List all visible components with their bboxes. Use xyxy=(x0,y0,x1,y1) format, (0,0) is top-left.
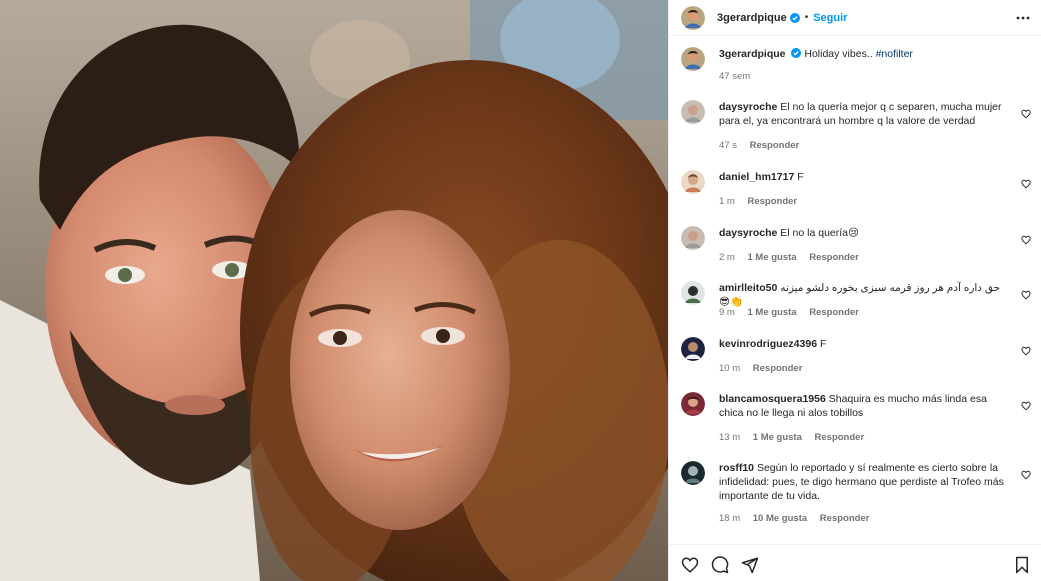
share-icon[interactable] xyxy=(741,556,759,574)
reply-button[interactable]: Responder xyxy=(820,513,870,524)
reply-button[interactable]: Responder xyxy=(753,363,803,374)
instagram-post-view: 3gerardpique • Seguir 3gerardpique Holid… xyxy=(0,0,1041,581)
comment-username[interactable]: amirlleito50 xyxy=(719,282,777,294)
comment-meta: 18 m 10 Me gusta Responder xyxy=(719,513,879,524)
caption-hashtag[interactable]: #nofilter xyxy=(876,48,913,60)
post-header: 3gerardpique • Seguir xyxy=(669,0,1041,36)
bookmark-icon[interactable] xyxy=(1013,556,1031,574)
comment-meta: 13 m 1 Me gusta Responder xyxy=(719,432,874,443)
caption-text: Holiday vibes.. xyxy=(804,48,873,60)
comment-time: 18 m xyxy=(719,513,741,524)
heart-icon[interactable] xyxy=(1021,290,1031,300)
more-icon[interactable] xyxy=(1016,11,1030,25)
comments-list[interactable]: 3gerardpique Holiday vibes.. #nofilter 4… xyxy=(669,36,1041,544)
comment-time: 13 m xyxy=(719,432,741,443)
author-avatar[interactable] xyxy=(681,5,705,30)
likes-count[interactable]: 1 Me gusta xyxy=(747,252,796,263)
heart-icon[interactable] xyxy=(1021,179,1031,189)
author-avatar[interactable] xyxy=(681,47,705,71)
comment-icon[interactable] xyxy=(711,556,729,574)
avatar[interactable] xyxy=(681,170,705,194)
avatar[interactable] xyxy=(681,226,705,250)
comment-time: 10 m xyxy=(719,363,741,374)
comment-text: Según lo reportado y sí realmente es cie… xyxy=(719,462,1004,502)
author-username[interactable]: 3gerardpique xyxy=(717,12,787,24)
comment-time: 9 m xyxy=(719,307,735,318)
comment-time: 1 m xyxy=(719,196,735,207)
caption-meta: 47 sem xyxy=(719,71,760,82)
likes-count[interactable]: 1 Me gusta xyxy=(747,307,796,318)
comment-text: F xyxy=(819,338,827,350)
follow-button[interactable]: Seguir xyxy=(813,12,847,24)
comment-meta: 47 s Responder xyxy=(719,140,809,151)
comment-username[interactable]: daysyroche xyxy=(719,101,777,113)
separator-dot: • xyxy=(804,12,809,23)
heart-icon[interactable] xyxy=(1021,235,1031,245)
verified-badge-icon xyxy=(791,48,802,58)
caption-username[interactable]: 3gerardpique xyxy=(719,48,786,60)
likes-count[interactable]: 10 Me gusta xyxy=(753,513,807,524)
avatar[interactable] xyxy=(681,281,705,305)
comment-username[interactable]: daysyroche xyxy=(719,227,777,239)
verified-badge-icon xyxy=(789,12,800,23)
heart-icon[interactable] xyxy=(1021,346,1031,356)
comment-username[interactable]: kevinrodriguez4396 xyxy=(719,338,817,350)
avatar[interactable] xyxy=(681,461,705,485)
reply-button[interactable]: Responder xyxy=(815,432,865,443)
reply-button[interactable]: Responder xyxy=(750,140,800,151)
caption-time: 47 sem xyxy=(719,71,751,82)
comment-username[interactable]: rosff10 xyxy=(719,462,754,474)
comment-meta: 9 m 1 Me gusta Responder xyxy=(719,307,869,318)
comments-panel: 3gerardpique • Seguir 3gerardpique Holid… xyxy=(668,0,1041,581)
heart-icon[interactable] xyxy=(1021,470,1031,480)
comment-meta: 1 m Responder xyxy=(719,196,807,207)
likes-count[interactable]: 1 Me gusta xyxy=(753,432,802,443)
reply-button[interactable]: Responder xyxy=(809,252,859,263)
comment-time: 2 m xyxy=(719,252,735,263)
comment-meta: 10 m Responder xyxy=(719,363,812,374)
avatar[interactable] xyxy=(681,337,705,361)
avatar[interactable] xyxy=(681,100,705,124)
post-actions xyxy=(669,544,1041,581)
heart-icon[interactable] xyxy=(681,556,699,574)
avatar[interactable] xyxy=(681,392,705,416)
comment-text: F xyxy=(797,171,804,183)
reply-button[interactable]: Responder xyxy=(747,196,797,207)
post-photo[interactable] xyxy=(0,0,668,581)
comment-text: El no la quería😢 xyxy=(780,227,859,239)
heart-icon[interactable] xyxy=(1021,109,1031,119)
selfie-image xyxy=(0,0,668,581)
comment-username[interactable]: blancamosquera1956 xyxy=(719,393,826,405)
comment-meta: 2 m 1 Me gusta Responder xyxy=(719,252,869,263)
heart-icon[interactable] xyxy=(1021,401,1031,411)
comment-username[interactable]: daniel_hm1717 xyxy=(719,171,794,183)
comment-time: 47 s xyxy=(719,140,737,151)
reply-button[interactable]: Responder xyxy=(809,307,859,318)
